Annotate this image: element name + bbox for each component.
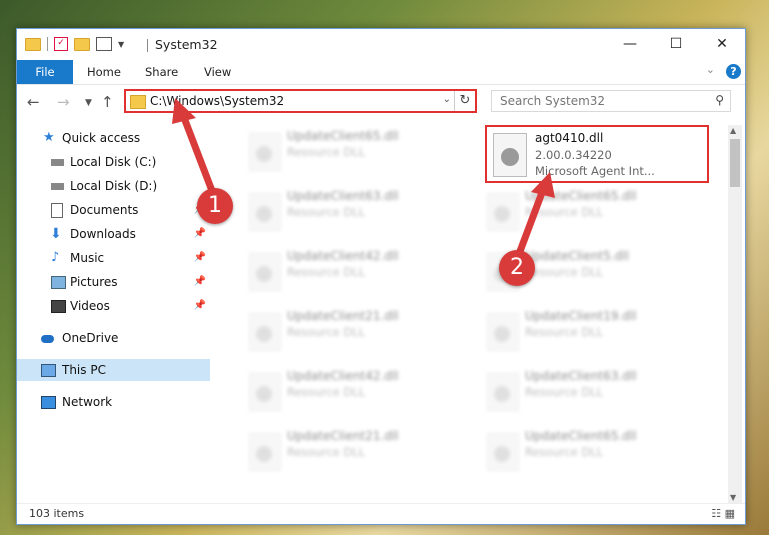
annotation-arrowhead-2 bbox=[531, 172, 555, 198]
annotation-arrow-1 bbox=[179, 111, 218, 200]
annotation-badge-2: 2 bbox=[499, 250, 535, 286]
annotation-arrowhead-1 bbox=[172, 98, 196, 124]
annotation-badge-1: 1 bbox=[197, 188, 233, 224]
annotation-arrow-2 bbox=[515, 186, 547, 258]
annotation-arrows bbox=[172, 98, 555, 258]
